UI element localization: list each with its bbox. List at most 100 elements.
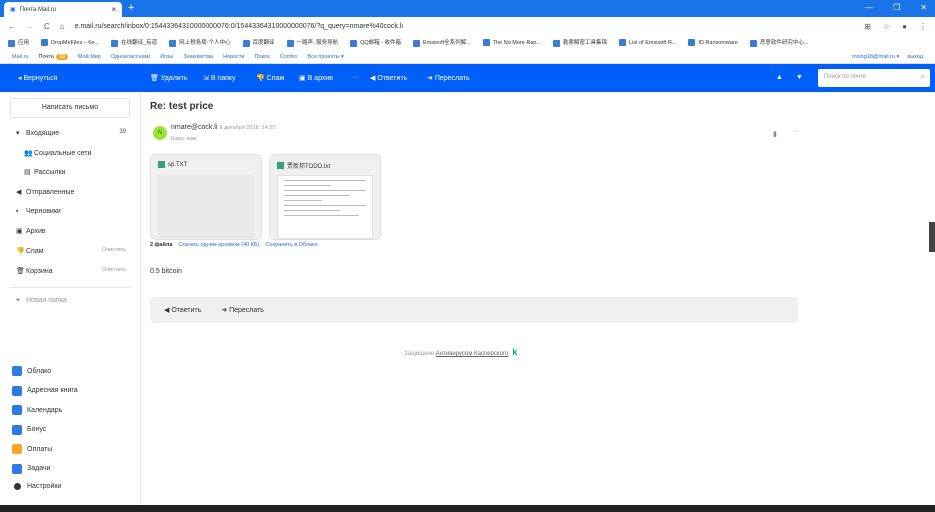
- bookmark[interactable]: The No More Ran...: [482, 39, 541, 46]
- portal-link[interactable]: Игры: [160, 54, 173, 60]
- bookmark[interactable]: 恶意软件研究中心...: [749, 38, 808, 47]
- portal-link[interactable]: Combo: [280, 54, 298, 60]
- archive-icon: ▣: [16, 228, 23, 235]
- forward-button[interactable]: ➜ Переслать: [427, 74, 470, 82]
- trash-icon: 🗑: [16, 268, 25, 275]
- clear-spam-button[interactable]: Очистить: [102, 247, 126, 253]
- reply-button[interactable]: ◀ Ответить: [370, 74, 407, 82]
- archive-button[interactable]: ▣ В архив: [299, 74, 333, 82]
- bookmark[interactable]: ID Ransomware: [688, 39, 738, 46]
- quick-reply-button[interactable]: ◀ Ответить: [164, 306, 201, 314]
- portal-link[interactable]: Знакомства: [183, 54, 213, 60]
- bookmark[interactable]: 应用: [8, 38, 29, 47]
- maximize-icon[interactable]: ❐: [893, 3, 900, 12]
- bookmark[interactable]: DropMeFiles – бe...: [41, 39, 99, 46]
- more-icon[interactable]: ···: [793, 128, 800, 135]
- scrollbar[interactable]: [929, 222, 935, 252]
- search-input[interactable]: Поиск по почте ⌕: [818, 69, 930, 87]
- move-folder-button[interactable]: ⇲ В папку: [203, 74, 236, 82]
- more-button[interactable]: ···: [352, 74, 359, 81]
- bookmark[interactable]: Emsisoft全系列解...: [413, 38, 471, 47]
- folder-spam[interactable]: 👎Спам Очистить: [16, 247, 126, 255]
- bookmark-icon: [749, 39, 757, 47]
- folder-social[interactable]: 👥Социальные сети: [24, 149, 134, 157]
- plus-icon: +: [16, 297, 21, 304]
- file-icon: [277, 162, 284, 169]
- service-link[interactable]: Настройки: [12, 483, 61, 490]
- portal-link[interactable]: Почта: [39, 54, 54, 60]
- bookmark[interactable]: QQ邮箱 - 收件箱: [350, 38, 401, 47]
- new-folder-button[interactable]: + Новая папка: [16, 297, 126, 304]
- profile-icon[interactable]: ●: [902, 22, 907, 31]
- folder-drafts[interactable]: ▪ Черновики: [16, 208, 126, 215]
- forward-icon[interactable]: →: [26, 22, 34, 31]
- user-menu[interactable]: msing18@mail.ru ▾: [852, 54, 899, 60]
- translate-icon[interactable]: ⊞: [864, 22, 871, 31]
- logout-link[interactable]: выход: [907, 54, 923, 60]
- url-input[interactable]: e.mail.ru/search/inbox/0:154433643100000…: [75, 23, 403, 30]
- folder-inbox[interactable]: ▾ Входящие 39: [16, 129, 126, 137]
- next-message-icon[interactable]: ▼: [796, 74, 803, 81]
- attachment[interactable]: sp.TXT: [150, 154, 262, 240]
- print-icon[interactable]: ▮: [773, 130, 777, 138]
- browser-tab[interactable]: ▣ Почта Mail.ru ×: [4, 2, 122, 17]
- mail-favicon-icon: ▣: [10, 7, 16, 13]
- bookmark[interactable]: 网上税务局-个人中心: [169, 38, 231, 47]
- prev-message-icon[interactable]: ▲: [776, 74, 783, 81]
- service-link[interactable]: Облако: [12, 366, 51, 376]
- delete-button[interactable]: 🗑 Удалить: [150, 74, 188, 82]
- spam-button[interactable]: 👎 Спам: [256, 74, 284, 82]
- sender: nmare@cock.li 9 декабря 2018, 14:20: [171, 124, 276, 131]
- close-tab-icon[interactable]: ×: [111, 5, 116, 14]
- files-count: 2 файла: [150, 242, 173, 248]
- bookmark[interactable]: 一路声: 服务导航: [286, 38, 338, 47]
- message-subject: Re: test price: [150, 101, 214, 112]
- kaspersky-logo: k: [512, 347, 518, 357]
- clear-trash-button[interactable]: Очистить: [102, 267, 126, 273]
- close-window-icon[interactable]: ✕: [920, 3, 927, 12]
- portal-link-mail[interactable]: Почта 39: [39, 53, 68, 60]
- bookmark[interactable]: 百度翻译: [242, 38, 275, 47]
- bookmark[interactable]: List of Emsisoft R...: [619, 39, 676, 46]
- divider: [10, 287, 130, 288]
- bookmark[interactable]: 勒索解密工具集锦: [553, 38, 607, 47]
- save-cloud-link[interactable]: Сохранить в Облако: [265, 242, 317, 248]
- menu-icon[interactable]: ⋮: [919, 22, 927, 31]
- new-tab-button[interactable]: +: [128, 2, 134, 14]
- folder-newsletters[interactable]: ▤ Рассылки: [24, 168, 134, 176]
- home-icon[interactable]: ⌂: [60, 22, 65, 31]
- bookmark[interactable]: 在线翻译_有道: [111, 38, 157, 47]
- bookmark-icon: [350, 39, 358, 47]
- service-icon: [12, 463, 22, 474]
- service-link[interactable]: Оплаты: [12, 444, 52, 454]
- folder-trash[interactable]: 🗑Корзина Очистить: [16, 267, 126, 275]
- portal-link[interactable]: Мой Мир: [78, 54, 101, 60]
- download-archive-link[interactable]: Скачать одним архивом (40 КБ): [178, 242, 259, 248]
- attachment[interactable]: 贾新邦TODO.txt: [269, 154, 381, 240]
- portal-link[interactable]: Новости: [223, 54, 244, 60]
- people-icon: 👥: [24, 150, 33, 157]
- reload-icon[interactable]: C: [44, 22, 50, 31]
- quick-forward-button[interactable]: ➜ Переслать: [221, 306, 264, 314]
- folder-archive[interactable]: ▣ Архив: [16, 227, 126, 235]
- search-icon: ⌕: [920, 72, 925, 81]
- service-link[interactable]: Задачи: [12, 463, 51, 474]
- back-button[interactable]: ◂ Вернуться: [18, 74, 57, 82]
- back-icon[interactable]: ←: [8, 22, 16, 31]
- portal-link[interactable]: Одноклассники: [111, 54, 150, 60]
- portal-link[interactable]: Поиск: [254, 54, 269, 60]
- compose-button[interactable]: Написать письмо: [10, 98, 130, 118]
- drafts-icon: ▪: [16, 208, 19, 215]
- kaspersky-notice: Защищено Антивирусом Касперского k: [404, 347, 518, 357]
- bookmark-icon: [619, 39, 627, 46]
- folder-sent[interactable]: ◀ Отправленные: [16, 188, 126, 196]
- service-link[interactable]: Календарь: [12, 405, 62, 415]
- portal-link[interactable]: Все проекты ▾: [307, 54, 343, 60]
- minimize-icon[interactable]: —: [865, 3, 873, 12]
- message-body: 0.5 bitcoin: [150, 268, 182, 275]
- portal-link[interactable]: Mail.ru: [12, 54, 29, 60]
- service-link[interactable]: Бонус: [12, 424, 46, 435]
- unread-badge: 39: [55, 53, 68, 60]
- service-link[interactable]: Адресная книга: [12, 385, 78, 396]
- star-icon[interactable]: ☆: [883, 22, 890, 31]
